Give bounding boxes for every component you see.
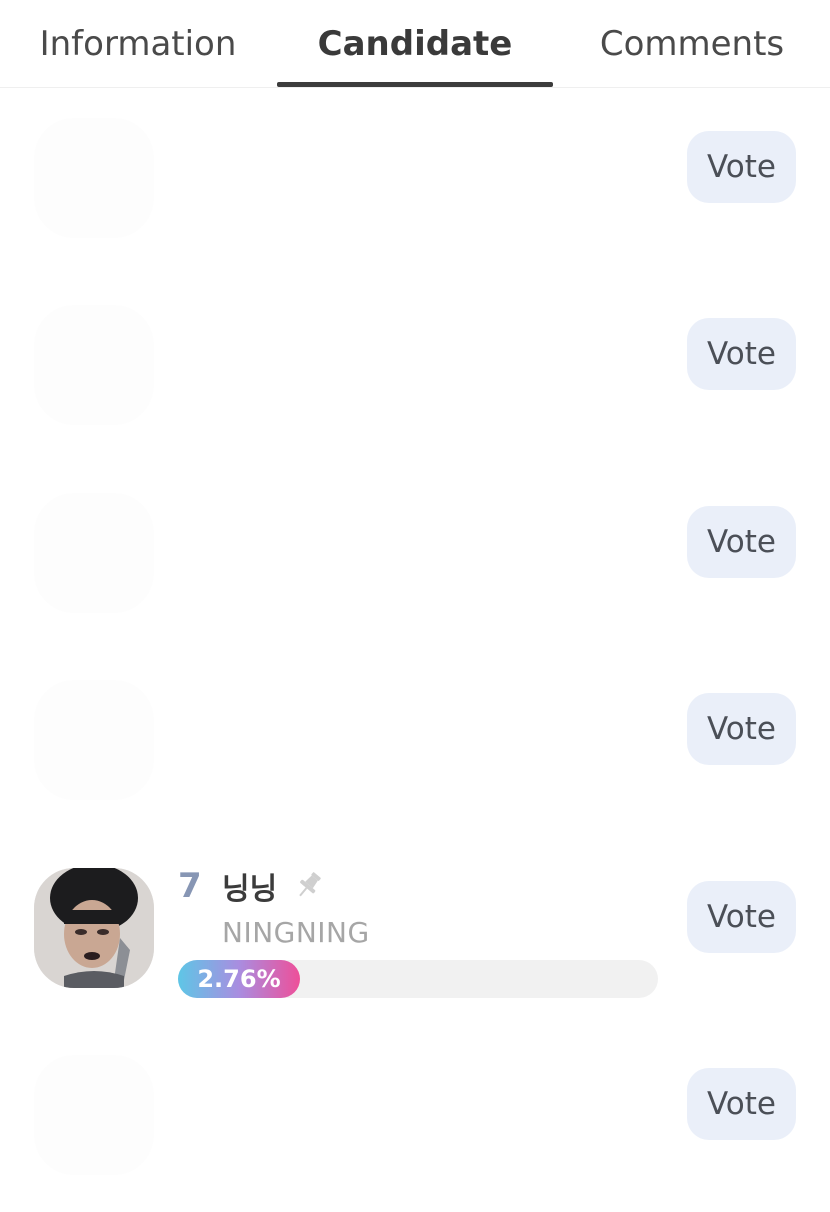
candidate-avatar xyxy=(34,680,154,800)
candidate-row[interactable]: Vote xyxy=(0,88,830,275)
candidate-row[interactable]: Vote xyxy=(0,275,830,462)
candidate-row-featured[interactable]: 7 닝닝 NINGNING 2.76% Vote xyxy=(0,838,830,1025)
vote-button[interactable]: Vote xyxy=(687,506,796,578)
vote-button[interactable]: Vote xyxy=(687,318,796,390)
pin-icon[interactable] xyxy=(292,868,326,902)
candidate-row[interactable]: Vote xyxy=(0,650,830,837)
candidate-row[interactable]: Vote xyxy=(0,463,830,650)
vote-button[interactable]: Vote xyxy=(687,881,796,953)
candidate-avatar xyxy=(34,493,154,613)
tab-comments[interactable]: Comments xyxy=(554,0,830,88)
candidate-rank: 7 xyxy=(178,866,202,906)
tab-bar: Information Candidate Comments xyxy=(0,0,830,88)
vote-button[interactable]: Vote xyxy=(687,1068,796,1140)
tab-information[interactable]: Information xyxy=(0,0,276,88)
candidate-row[interactable]: Vote xyxy=(0,1025,830,1212)
vote-progress-fill: 2.76% xyxy=(178,960,300,998)
candidate-avatar xyxy=(34,1055,154,1175)
candidate-english-name: NINGNING xyxy=(222,916,370,949)
candidate-avatar xyxy=(34,305,154,425)
tab-candidate[interactable]: Candidate xyxy=(276,0,554,88)
vote-percent-label: 2.76% xyxy=(197,965,281,993)
avatar-photo xyxy=(34,868,154,988)
candidate-list[interactable]: Vote Vote Vote Vote 7 닝닝 NINGNING 2.76% … xyxy=(0,88,830,1200)
vote-button[interactable]: Vote xyxy=(687,693,796,765)
candidate-avatar xyxy=(34,118,154,238)
vote-button[interactable]: Vote xyxy=(687,131,796,203)
candidate-name: 닝닝 xyxy=(222,872,278,907)
active-tab-indicator xyxy=(277,82,553,87)
vote-progress-track: 2.76% xyxy=(178,960,658,998)
candidate-avatar xyxy=(34,868,154,988)
